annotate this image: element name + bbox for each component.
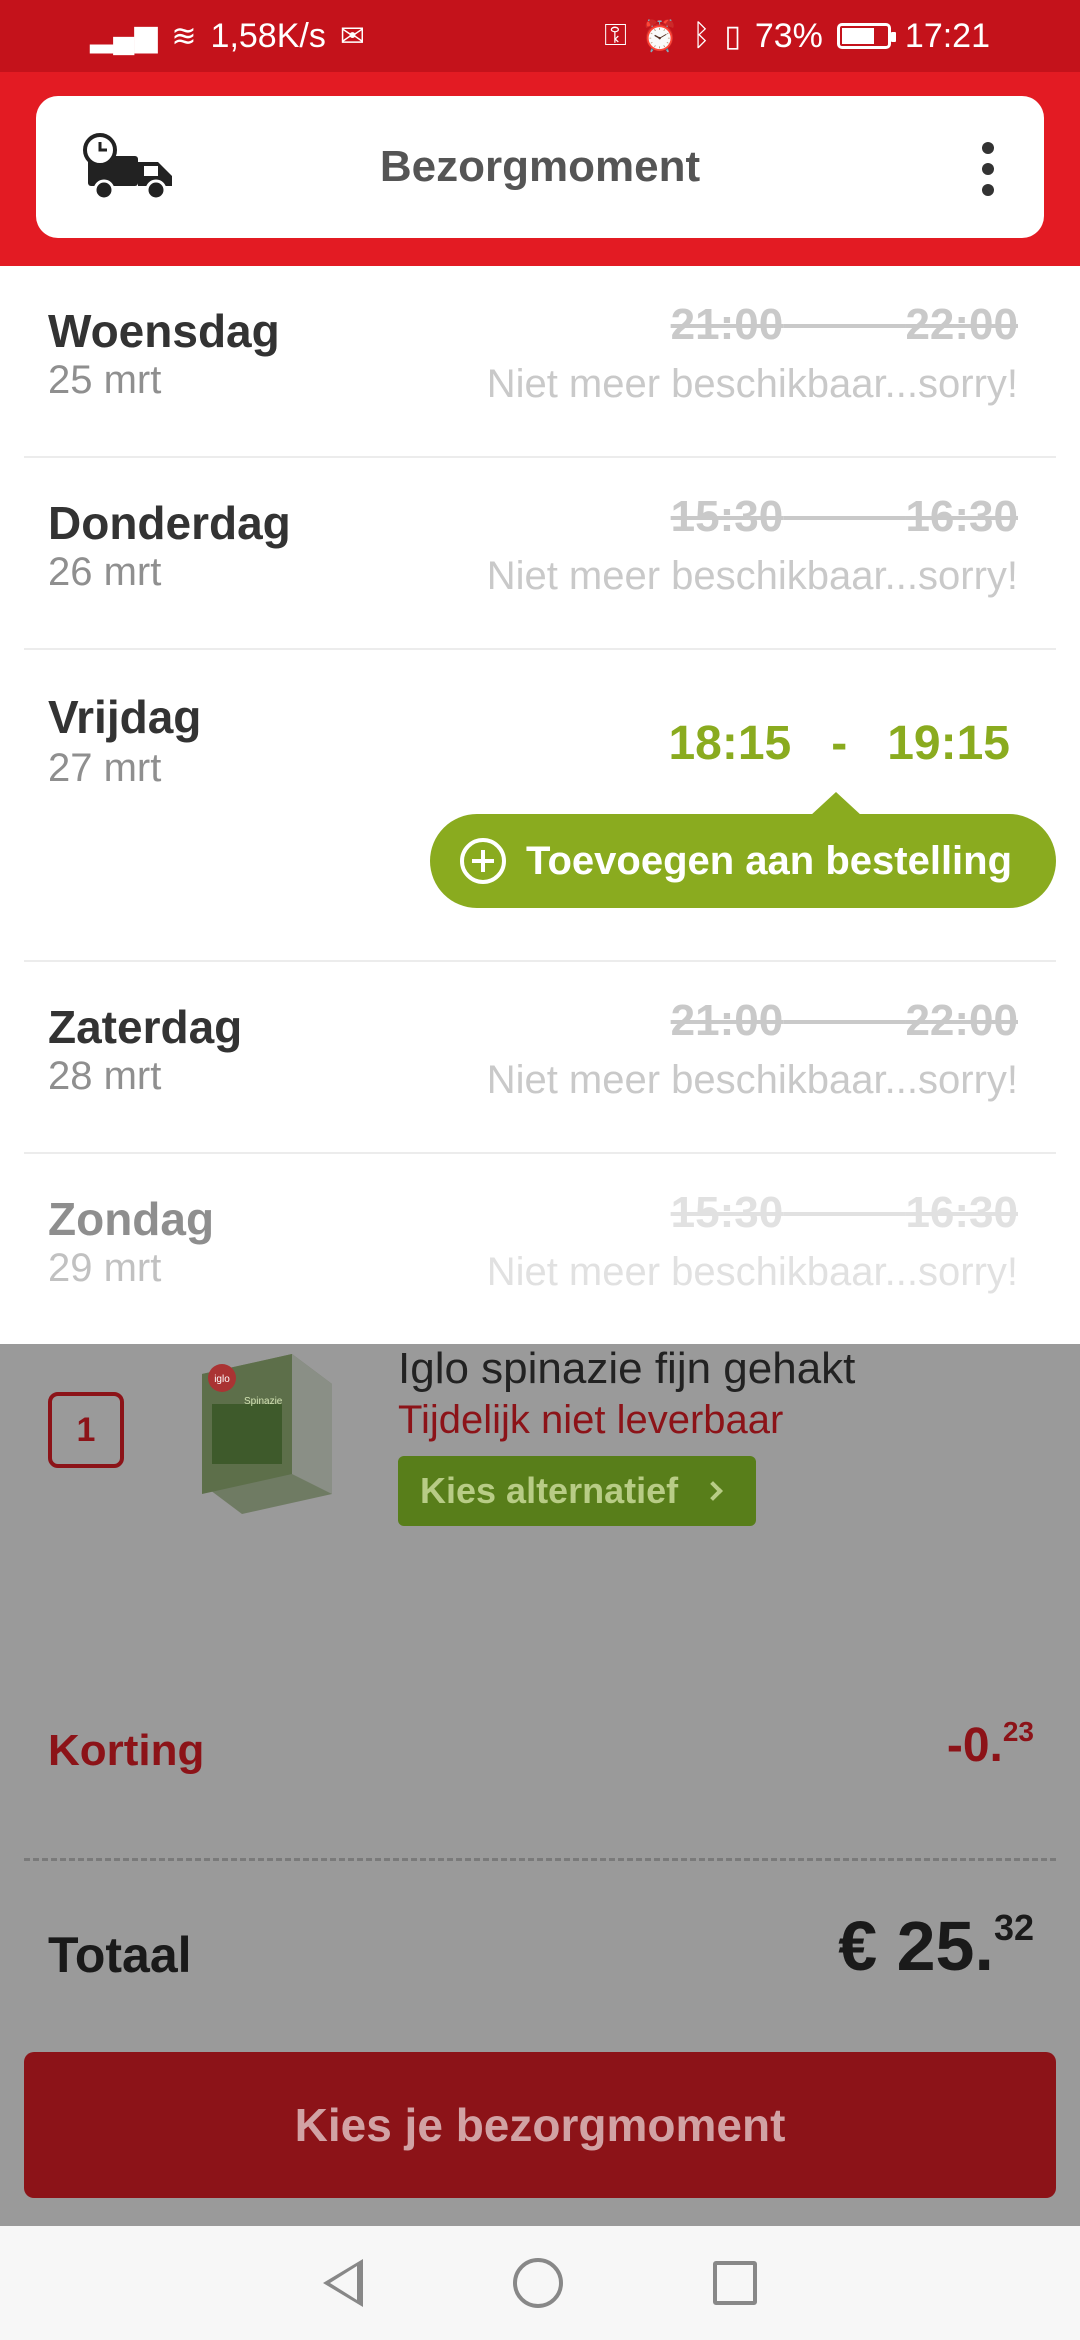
back-icon[interactable] — [323, 2259, 363, 2307]
slot-time-unavailable: 15:30 16:30 — [670, 492, 1018, 541]
divider — [24, 1858, 1056, 1861]
vibrate-icon: ▯ — [724, 19, 741, 53]
slot-status: Niet meer beschikbaar...sorry! — [486, 554, 1018, 598]
product-package-label: Spinazie — [244, 1396, 283, 1407]
delivery-truck-icon — [83, 133, 172, 201]
product-status: Tijdelijk niet leverbaar — [398, 1398, 784, 1442]
slot-date: 29 mrt — [48, 1246, 162, 1290]
discount-label: Korting — [48, 1726, 205, 1775]
battery-percent: 73% — [754, 16, 823, 55]
slot-day: Woensdag — [48, 305, 280, 357]
chevron-right-icon — [703, 1481, 724, 1501]
slot-day: Donderdag — [48, 497, 291, 549]
choose-alternative-label: Kies alternatief — [420, 1470, 679, 1511]
product-image: iglo Spinazie — [202, 1354, 332, 1514]
battery-icon — [836, 23, 896, 49]
system-nav-bar — [0, 2226, 1080, 2340]
more-options-icon[interactable] — [978, 142, 998, 196]
slot-row-vrijdag[interactable]: Vrijdag 27 mrt 18:15 - 19:15 Toevoegen a… — [24, 650, 1056, 962]
bluetooth-icon: ᛒ — [692, 19, 711, 52]
status-bar: ▂▄▆ ≋ 1,58K/s ✉ ⚿ ⏰ ᛒ ▯ 73% 17:21 — [0, 0, 1080, 72]
slot-status: Niet meer beschikbaar...sorry! — [486, 1250, 1018, 1294]
slot-status: Niet meer beschikbaar...sorry! — [486, 1058, 1018, 1102]
slot-status: Niet meer beschikbaar...sorry! — [486, 362, 1018, 406]
slot-date: 27 mrt — [48, 746, 162, 790]
delivery-slot-list: Woensdag 25 mrt 21:00 22:00 Niet meer be… — [0, 266, 1080, 1344]
signal-icon: ▂▄▆ — [90, 19, 158, 53]
product-name: Iglo spinazie fijn gehakt — [398, 1344, 856, 1393]
add-to-order-label: Toevoegen aan bestelling — [526, 838, 1013, 883]
slot-row-woensdag[interactable]: Woensdag 25 mrt 21:00 22:00 Niet meer be… — [24, 266, 1056, 458]
alarm-icon: ⏰ — [640, 19, 679, 53]
slot-day: Vrijdag — [48, 691, 202, 743]
add-to-order-button[interactable]: Toevoegen aan bestelling — [430, 792, 1056, 908]
add-circle-icon — [460, 838, 506, 884]
slot-time-unavailable: 21:00 22:00 — [670, 996, 1018, 1045]
slot-row-zaterdag[interactable]: Zaterdag 28 mrt 21:00 22:00 Niet meer be… — [24, 962, 1056, 1154]
status-left: ▂▄▆ ≋ 1,58K/s ✉ — [90, 17, 365, 56]
dimmed-cart-overlay[interactable]: 1 iglo Spinazie Iglo spinazie fijn gehak… — [0, 1344, 1080, 2226]
slot-day: Zondag — [48, 1193, 215, 1245]
slot-date: 25 mrt — [48, 358, 162, 402]
slot-row-donderdag[interactable]: Donderdag 26 mrt 15:30 16:30 Niet meer b… — [24, 458, 1056, 650]
vpn-key-icon: ⚿ — [604, 19, 627, 52]
page-title: Bezorgmoment — [379, 142, 701, 191]
slot-date: 26 mrt — [48, 550, 162, 594]
clock: 17:21 — [904, 16, 990, 55]
quantity-badge: 1 — [48, 1392, 124, 1468]
slot-row-zondag[interactable]: Zondag 29 mrt 15:30 16:30 Niet meer besc… — [24, 1154, 1056, 1344]
slot-date: 28 mrt — [48, 1054, 162, 1098]
slot-day: Zaterdag — [48, 1001, 243, 1053]
total-value: € 25.32 — [838, 1907, 1034, 1985]
choose-delivery-moment-button[interactable]: Kies je bezorgmoment — [24, 2052, 1056, 2198]
discount-value: -0.23 — [946, 1716, 1034, 1772]
total-label: Totaal — [48, 1927, 192, 1983]
notification-icon: ✉ — [339, 19, 365, 53]
product-brand: iglo — [214, 1374, 230, 1385]
home-icon[interactable] — [513, 2258, 563, 2308]
choose-alternative-button[interactable]: Kies alternatief — [398, 1456, 756, 1526]
recent-apps-icon[interactable] — [713, 2261, 757, 2305]
slot-time-unavailable: 21:00 22:00 — [670, 300, 1018, 349]
header-card: Bezorgmoment — [36, 96, 1044, 238]
slot-time-unavailable: 15:30 16:30 — [670, 1188, 1018, 1237]
wifi-icon: ≋ — [171, 19, 197, 53]
slot-time-available: 18:15 - 19:15 — [668, 717, 1010, 770]
status-right: ⚿ ⏰ ᛒ ▯ 73% 17:21 — [604, 17, 990, 56]
network-speed: 1,58K/s — [210, 16, 326, 55]
